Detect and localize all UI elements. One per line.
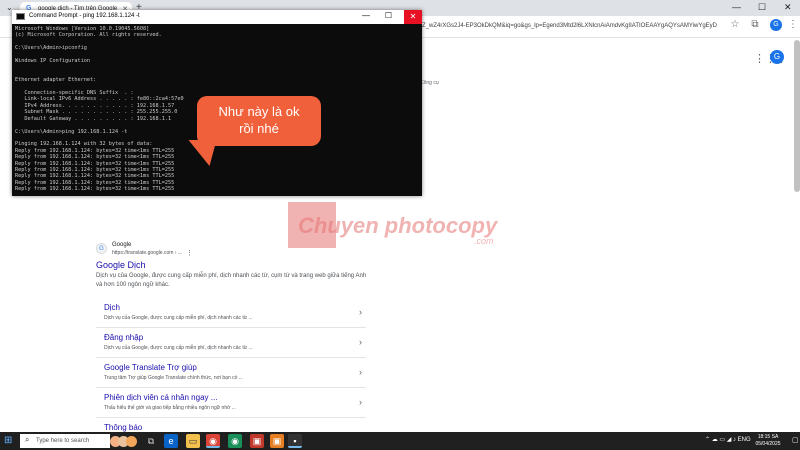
sitelink-desc: Trung tâm Trợ giúp Google Translate chín… <box>104 375 243 381</box>
chevron-right-icon: › <box>359 367 362 377</box>
edge-icon[interactable]: e <box>164 434 178 448</box>
chevron-right-icon: › <box>359 337 362 347</box>
callout-line-1: Như này là ok <box>218 104 300 119</box>
address-bar[interactable]: -Z_wZ4rXGs2J4-EP3OkDkQM&iq=go&gs_lp=Egen… <box>420 19 720 35</box>
cmd-title: Command Prompt - ping 192.168.1.124 -t <box>29 13 140 19</box>
sitelink-desc: Thấu hiểu thế giới và giao tiếp bằng nhi… <box>104 405 236 411</box>
cmd-title-bar[interactable]: Command Prompt - ping 192.168.1.124 -t —… <box>12 10 422 24</box>
sitelink-title: Phiên dịch viên cá nhân ngay ... <box>104 393 218 402</box>
system-tray[interactable]: ⌃ ☁ ▭ ◢ ♪ ENG <box>705 436 751 443</box>
tools-tab[interactable]: Công cụ <box>420 80 439 86</box>
extensions-icon[interactable]: ⧉ <box>748 18 762 32</box>
sitelink-dang-nhap[interactable]: Đăng nhập Dịch vụ của Google, được cung … <box>96 328 366 358</box>
callout-line-2: rồi nhé <box>239 121 279 136</box>
cmd-minimize-icon[interactable]: — <box>362 11 370 20</box>
sitelinks-list: Dịch Dịch vụ của Google, được cung cấp m… <box>96 298 366 448</box>
result-snippet: Dịch vụ của Google, được cung cấp miễn p… <box>96 273 367 288</box>
chevron-right-icon: › <box>359 397 362 407</box>
watermark-domain: .com <box>474 236 494 246</box>
account-avatar[interactable]: G <box>770 50 784 64</box>
chevron-right-icon: › <box>359 307 362 317</box>
close-icon[interactable]: ✕ <box>784 2 792 13</box>
taskbar-widget-image[interactable] <box>110 433 138 449</box>
taskbar-search-box[interactable]: Type here to search <box>20 434 110 448</box>
cmd-maximize-icon[interactable]: ☐ <box>385 11 392 20</box>
sitelink-title: Google Translate Trợ giúp <box>104 363 197 372</box>
result-title-link[interactable]: Google Dịch <box>96 260 146 270</box>
sitelink-interpreter[interactable]: Phiên dịch viên cá nhân ngay ... Thấu hi… <box>96 388 366 418</box>
sitelink-dich[interactable]: Dịch Dịch vụ của Google, được cung cấp m… <box>96 298 366 328</box>
sitelink-help[interactable]: Google Translate Trợ giúp Trung tâm Trợ … <box>96 358 366 388</box>
windows-start-icon[interactable]: ⊞ <box>4 435 12 446</box>
site-favicon-icon: G <box>96 243 107 254</box>
app-orange-icon[interactable]: ▣ <box>270 434 284 448</box>
page-scrollbar[interactable] <box>794 40 800 192</box>
notification-icon[interactable]: ▢ <box>792 436 799 444</box>
bookmark-star-icon[interactable]: ☆ <box>728 18 742 32</box>
cmd-line: Reply from 192.168.1.124: bytes=32 time<… <box>15 186 175 193</box>
callout-text: Như này là ok rồi nhé <box>197 103 321 137</box>
taskbar-clock[interactable]: 18:15 SA 05/04/2025 <box>748 434 788 448</box>
result-site-name: Google <box>112 242 132 248</box>
result-site-url[interactable]: https://translate.google.com › ... <box>112 250 182 256</box>
menu-kebab-icon[interactable]: ⋮ <box>786 18 800 32</box>
sitelink-desc: Dịch vụ của Google, được cung cấp miễn p… <box>104 345 253 351</box>
app-icon[interactable]: ▣ <box>250 434 264 448</box>
sitelink-title: Dịch <box>104 303 121 312</box>
cmd-close-button[interactable]: ✕ <box>404 10 422 24</box>
minimize-icon[interactable]: — <box>732 2 741 12</box>
search-icon: ⌕ <box>25 435 30 444</box>
sitelink-title: Thông báo <box>104 423 143 432</box>
profile-avatar[interactable]: G <box>770 19 782 31</box>
chrome-alt-icon[interactable]: ◉ <box>228 434 242 448</box>
sitelink-desc: Dịch vụ của Google, được cung cấp miễn p… <box>104 315 253 321</box>
file-explorer-icon[interactable]: ▭ <box>186 434 200 448</box>
cmd-taskbar-icon[interactable]: ▪ <box>288 434 302 448</box>
clock-date: 05/04/2025 <box>755 441 781 447</box>
watermark-brand: Chuyen photocopy <box>298 213 498 238</box>
maximize-icon[interactable]: ☐ <box>758 2 766 13</box>
sitelink-title: Đăng nhập <box>104 333 144 342</box>
chrome-icon[interactable]: ◉ <box>206 434 220 448</box>
terminal-icon <box>16 13 25 20</box>
more-options-icon[interactable]: ⋮ <box>186 249 193 257</box>
clock-time: 18:15 SA <box>757 434 779 440</box>
task-view-icon[interactable]: ⧉ <box>144 434 158 448</box>
